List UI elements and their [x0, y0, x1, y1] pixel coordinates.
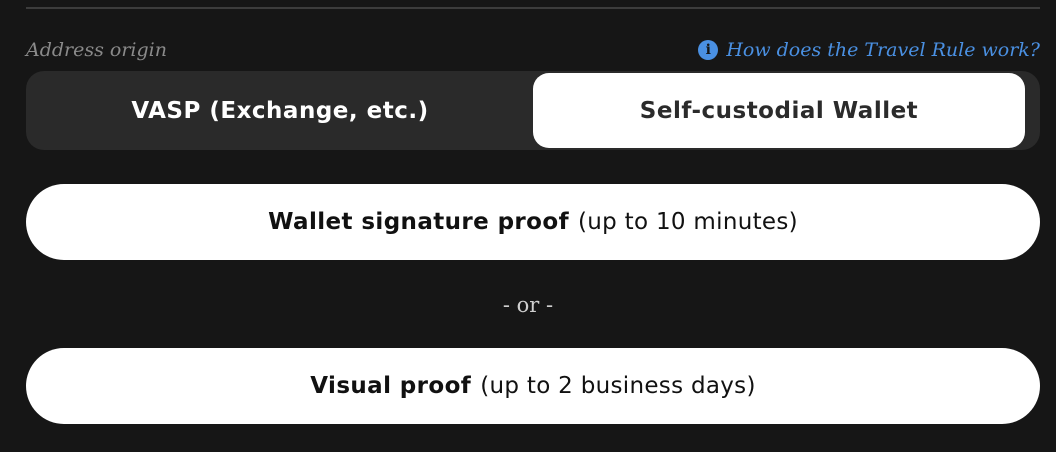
or-separator: - or - — [502, 293, 554, 317]
visual-proof-duration: (up to 2 business days) — [480, 373, 756, 399]
self-custodial-option[interactable]: Self-custodial Wallet — [533, 73, 1025, 148]
top-divider — [26, 7, 1040, 9]
visual-proof-button[interactable]: Visual proof (up to 2 business days) — [26, 348, 1040, 424]
wallet-signature-proof-title: Wallet signature proof — [268, 209, 569, 235]
visual-proof-title: Visual proof — [310, 373, 472, 399]
travel-rule-help-link[interactable]: i How does the Travel Rule work? — [698, 36, 1040, 64]
wallet-signature-proof-button[interactable]: Wallet signature proof (up to 10 minutes… — [26, 184, 1040, 260]
travel-rule-help-text[interactable]: How does the Travel Rule work? — [726, 36, 1040, 64]
address-origin-toggle: VASP (Exchange, etc.) Self-custodial Wal… — [26, 71, 1040, 150]
wallet-signature-proof-duration: (up to 10 minutes) — [577, 209, 798, 235]
address-origin-label: Address origin — [26, 39, 167, 61]
info-icon: i — [698, 40, 719, 60]
vasp-option[interactable]: VASP (Exchange, etc.) — [26, 71, 534, 150]
